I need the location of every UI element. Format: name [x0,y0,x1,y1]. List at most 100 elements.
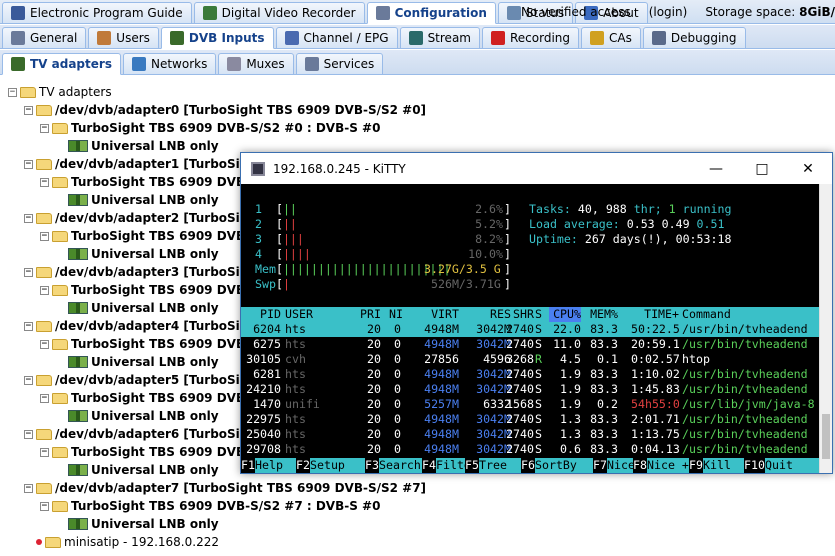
storage-info: Storage space: 8GiB/ [705,5,835,19]
process-row[interactable]: 24210 hts 20 0 4948M 3042M 2740 S 1.9 83.3 1:45.83… [241,382,819,397]
collapse-toggle-icon[interactable]: − [24,159,33,169]
process-row[interactable]: 1470unifi2005257M63321568S1.90.254h55:00… [241,397,819,412]
adapter-node[interactable]: − /dev/dvb/adapter7 [TurboSight TBS 6909 … [24,479,426,497]
config-tab-label: Debugging [670,31,737,45]
collapse-toggle-icon[interactable]: − [40,393,49,403]
process-cell: 83.3 [590,412,618,426]
maximize-icon[interactable]: □ [739,153,785,184]
fkey-label[interactable]: Search [379,458,422,473]
lnb-node[interactable]: Universal LNB only [68,191,219,209]
process-cell: 54h55:00 [631,397,679,411]
collapse-toggle-icon[interactable]: − [24,375,33,385]
collapse-toggle-icon[interactable]: − [40,285,49,295]
minimize-icon[interactable]: — [693,153,739,184]
process-row[interactable]: 30105 cvh 20 0 27856 4596 3268 R 4.5 0.1 0:02.57 ht… [241,352,819,367]
frontend-node[interactable]: − TurboSight TBS 6909 DVB-S/S2 #0 : DVB-S… [40,119,380,137]
process-row[interactable]: 6281 hts 20 0 4948M 3042M 2740 S 1.9 83.3 1:10.02/… [241,367,819,382]
lnb-node[interactable]: Universal LNB only [68,461,219,479]
collapse-toggle-icon[interactable]: − [40,447,49,457]
dvb-tabs: TV adapters Networks Muxes Services [0,50,835,75]
dvb-tab-muxes[interactable]: Muxes [218,53,294,75]
fkey-label[interactable]: Nice - [607,458,649,473]
uptime-line: Uptime: 267 days(!), 00:53:18 [529,232,731,247]
terminal-line: 4 [|||| 10.0%] [241,247,819,262]
collapse-toggle-icon[interactable]: − [40,231,49,241]
config-tab-dvb-inputs[interactable]: DVB Inputs [160,27,274,49]
collapse-toggle-icon[interactable]: − [40,339,49,349]
config-tab-stream[interactable]: Stream [399,27,480,49]
fkey-label[interactable]: Nice + [647,458,689,473]
folder-icon [36,104,52,116]
fkey-label[interactable]: Filter [436,458,478,473]
process-cell: hts [285,367,306,381]
config-tab-recording[interactable]: Recording [481,27,580,49]
config-tab-label: Channel / EPG [303,31,389,45]
terminal-glyph [620,217,627,231]
process-row[interactable]: 6275 hts 20 0 4948M 3042M 2740 S 11.0 83.3 20:59.1… [241,337,819,352]
collapse-toggle-icon[interactable]: − [24,429,33,439]
dvb-tab-tv-adapters[interactable]: TV adapters [2,53,121,75]
collapse-toggle-icon[interactable]: − [24,105,33,115]
config-tab-cas[interactable]: CAs [581,27,641,49]
collapse-toggle-icon[interactable]: − [40,177,49,187]
scrollbar-thumb[interactable] [822,414,830,459]
eye-icon [506,6,521,20]
collapse-toggle-icon[interactable]: − [24,321,33,331]
terminal-text: | [282,277,290,291]
dvb-tab-label: Networks [150,57,208,71]
frontend-node[interactable]: − TurboSight TBS 6909 DVB-S/S2 #7 : DVB-S… [40,497,380,515]
process-row[interactable]: 22975 hts 20 0 4948M 3042M 2740 S 1.3 83.3 2:01.71… [241,412,819,427]
config-tab-channel-epg[interactable]: Channel / EPG [275,27,398,49]
config-tab-users[interactable]: Users [88,27,159,49]
fkey-label[interactable]: Help [255,458,296,473]
close-icon[interactable]: ✕ [785,153,831,184]
terminal-line: Load average: 0.53 0.49 0.51 [241,217,819,232]
collapse-toggle-icon[interactable]: − [24,267,33,277]
lnb-node[interactable]: Universal LNB only [68,299,219,317]
process-cell: 1:45.83 [631,382,679,396]
kitty-titlebar[interactable]: 192.168.0.245 - KiTTY — □ ✕ [241,153,832,184]
status-dot-icon [36,539,42,545]
dvb-tab-services[interactable]: Services [295,53,384,75]
mux-icon [227,57,242,71]
lnb-node[interactable]: Universal LNB only [68,353,219,371]
network-icon [131,57,146,71]
fkey-label[interactable]: Quit [765,458,819,473]
process-row[interactable]: 25040 hts 20 0 4948M 3042M 2740 S 1.3 83.3 1:13.75… [241,427,819,442]
collapse-toggle-icon[interactable]: − [40,123,49,133]
main-tab-digital-video-recorder[interactable]: Digital Video Recorder [193,2,365,24]
folder-icon [20,86,36,98]
config-tab-general[interactable]: General [2,27,87,49]
folder-icon [45,536,61,548]
process-row[interactable]: 6204 hts 20 0 4948M 3042M 2740 S 22.0 83.3 50:22.5… [241,322,819,337]
process-row[interactable]: 29708 hts 20 0 4948M 3042M 2740 S 0.6 83.3 0:04.13… [241,442,819,457]
htop-terminal[interactable]: 1 [|| 2.6%] 2 [|| 5.2%] 3 [||| 8.2%] 4 [|||| 10… [241,184,819,473]
process-cell: /usr/bin/tvheadend [682,367,808,381]
main-tab-configuration[interactable]: Configuration [366,2,496,24]
terminal-glyph: ] [504,277,511,291]
collapse-toggle-icon[interactable]: − [8,87,17,97]
lnb-node[interactable]: Universal LNB only [68,137,219,155]
dvb-tab-networks[interactable]: Networks [122,53,217,75]
collapse-toggle-icon[interactable]: − [24,213,33,223]
collapse-toggle-icon[interactable]: − [40,501,49,511]
terminal-scrollbar[interactable] [819,184,832,473]
minisatip-node[interactable]: minisatip - 192.168.0.222 [36,533,219,551]
login-link[interactable]: (login) [649,5,688,19]
fkey-label[interactable]: Kill [703,458,744,473]
config-tab-debugging[interactable]: Debugging [642,27,746,49]
fkey-label[interactable]: Tree [479,458,521,473]
lnb-node[interactable]: Universal LNB only [68,245,219,263]
folder-icon [52,176,68,188]
adapter-node[interactable]: − /dev/dvb/adapter0 [TurboSight TBS 6909 … [24,101,426,119]
collapse-toggle-icon[interactable]: − [24,483,33,493]
lnb-node[interactable]: Universal LNB only [68,407,219,425]
main-tab-electronic-program-guide[interactable]: Electronic Program Guide [2,2,192,24]
tree-root[interactable]: − TV adapters [8,83,112,101]
lnb-node[interactable]: Universal LNB only [68,515,219,533]
fkey-label[interactable]: SortBy [535,458,593,473]
terminal-text: Uptime: [529,232,578,246]
kitty-window[interactable]: 192.168.0.245 - KiTTY — □ ✕ 1 [|| 2.6%] 2 … [240,152,833,474]
fkey-label[interactable]: Setup [310,458,365,473]
process-cell: 22975 [246,412,281,426]
